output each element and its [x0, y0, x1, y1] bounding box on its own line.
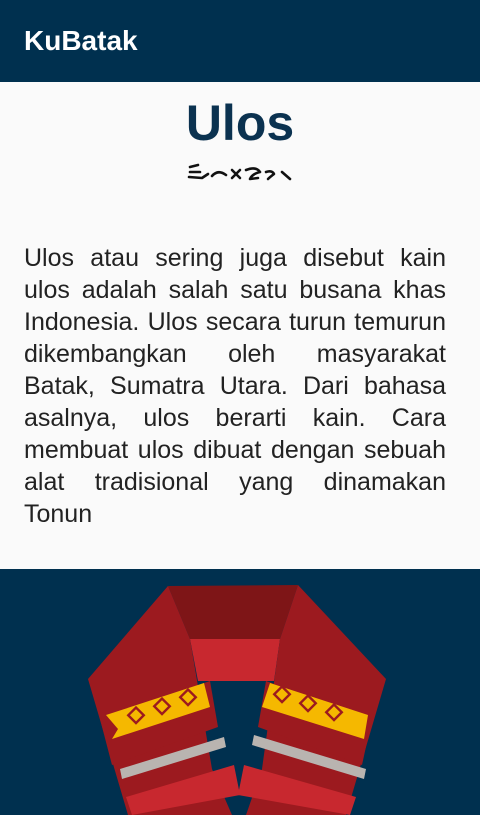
article-content: Ulos Ulos atau sering juga disebut kain … [0, 82, 480, 569]
batak-script-icon [187, 163, 292, 181]
app-title: KuBatak [24, 25, 138, 56]
article-title: Ulos [185, 95, 295, 151]
ulos-scarf-illustration [88, 585, 386, 815]
article-body: Ulos atau sering juga disebut kain ulos … [24, 244, 446, 528]
ulos-banner [0, 569, 480, 815]
app-bar: KuBatak [0, 0, 480, 82]
